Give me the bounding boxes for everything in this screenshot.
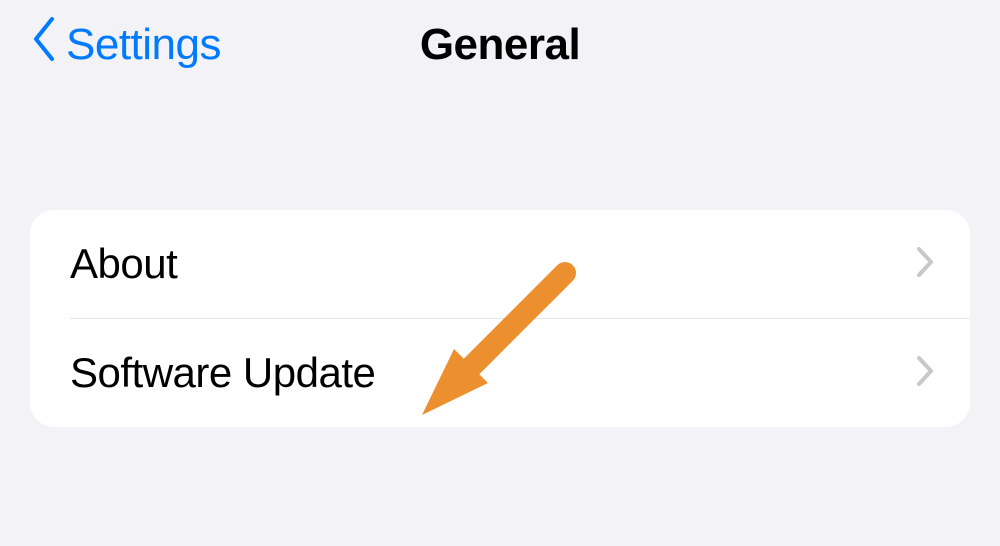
list-item-about[interactable]: About — [30, 210, 970, 318]
chevron-left-icon — [30, 15, 58, 74]
nav-bar: Settings General — [0, 0, 1000, 90]
list-item-label: About — [70, 240, 177, 288]
settings-list: About Software Update — [30, 210, 970, 427]
page-title: General — [420, 20, 580, 70]
chevron-right-icon — [916, 355, 934, 392]
back-button[interactable]: Settings — [30, 17, 221, 74]
chevron-right-icon — [916, 246, 934, 283]
list-item-software-update[interactable]: Software Update — [30, 319, 970, 427]
list-item-label: Software Update — [70, 349, 375, 397]
back-label: Settings — [66, 20, 221, 70]
